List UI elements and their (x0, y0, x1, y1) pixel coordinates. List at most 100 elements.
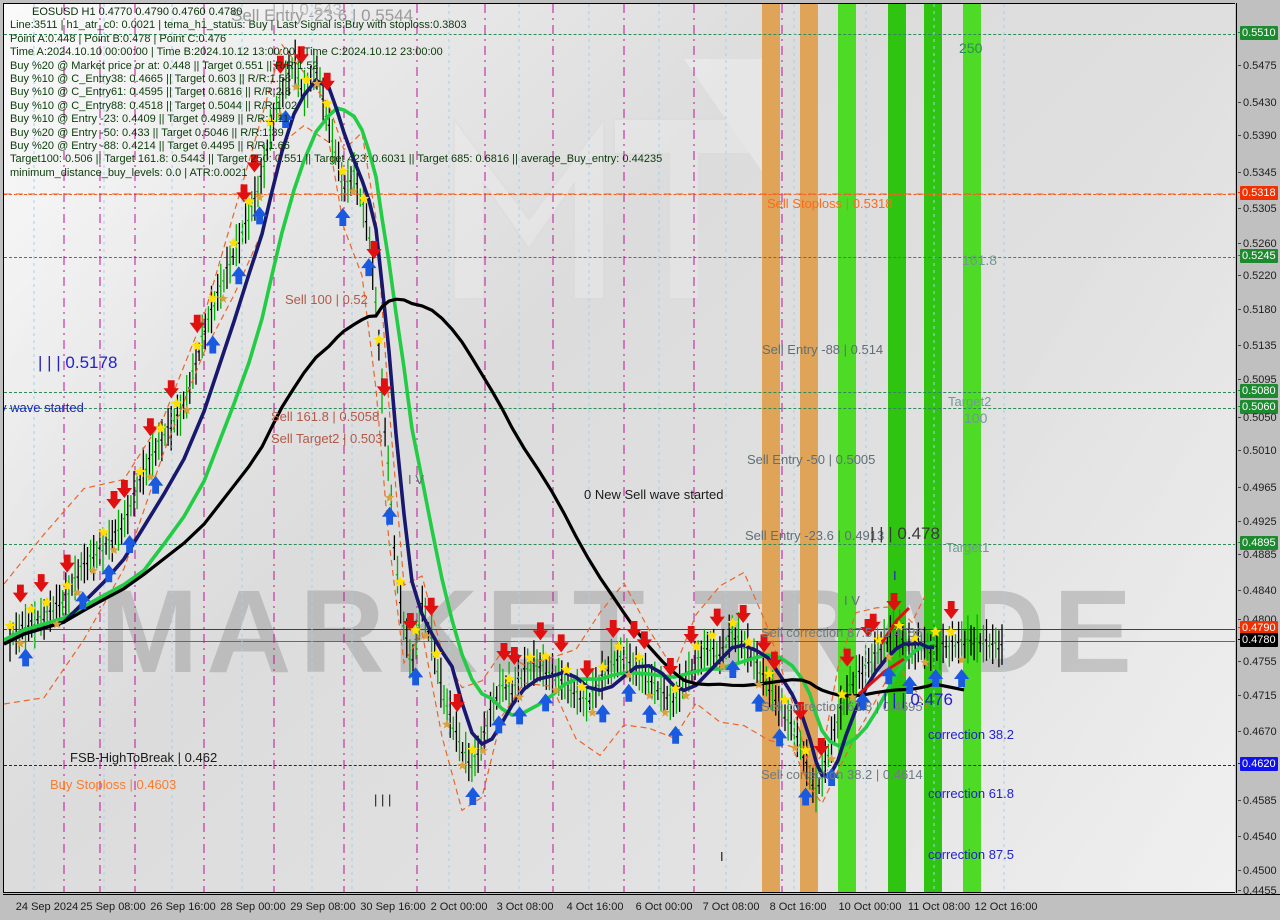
price-tick-label: 0.4840 (1243, 585, 1277, 597)
tick-mark (1238, 417, 1241, 418)
price-tick-19: 0.4895 (1237, 536, 1280, 550)
price-tick-label: 0.5510 (1240, 26, 1278, 40)
price-tick-16: 0.5010 (1237, 445, 1280, 457)
tick-mark (1238, 379, 1241, 380)
tick-mark (1238, 619, 1241, 620)
time-tick-9: 6 Oct 00:00 (635, 901, 693, 913)
price-tick-label: 0.5245 (1240, 249, 1278, 263)
tick-mark (1238, 65, 1241, 66)
target-100-line (4, 408, 1235, 409)
info-line-7: Buy %10 @ Entry -23: 0.4409 || Target 0.… (10, 113, 290, 126)
price-tick-4: 0.5345 (1237, 167, 1280, 179)
price-tick-6: 0.5305 (1237, 203, 1280, 215)
price-scale[interactable]: 0.5510 0.5475 0.5430 0.5390 0.5345 0.5318 0.53… (1236, 3, 1280, 897)
target-1618-line (4, 257, 1235, 258)
time-tick-12: 10 Oct 00:00 (838, 901, 902, 913)
sell-stoploss-line (4, 194, 1235, 195)
price-tick-24: 0.4780 (1237, 633, 1280, 647)
price-tick-21: 0.4840 (1237, 585, 1280, 597)
info-line-10: Target100: 0.506 || Target 161.8: 0.5443… (10, 153, 663, 166)
price-tick-label: 0.4620 (1240, 757, 1278, 771)
tick-mark (1238, 172, 1241, 173)
band-sell-1 (762, 4, 780, 892)
band-sell-2 (800, 4, 818, 892)
price-tick-label: 0.5050 (1243, 412, 1277, 424)
sell-correction-382: Sell correction 38.2 | 0.4614 (761, 767, 923, 782)
price-tick-label: 0.5010 (1243, 445, 1277, 457)
fsb-high-to-break: FSB-HighToBreak | 0.462 (70, 750, 218, 765)
sell-stoploss: Sell Stoploss | 0.5318 (767, 196, 893, 211)
time-tick-1: 25 Sep 08:00 (80, 901, 146, 913)
price-tick-17: 0.4965 (1237, 482, 1280, 494)
price-tick-label: 0.5475 (1243, 60, 1277, 72)
time-tick-14: 12 Oct 16:00 (974, 901, 1038, 913)
info-line-5: Buy %10 @ C_Entry61: 0.4595 || Target 0.… (10, 86, 292, 99)
target2-line (4, 392, 1235, 393)
tick-mark (1238, 836, 1241, 837)
price-tick-30: 0.4540 (1237, 831, 1280, 843)
tick-mark (1238, 345, 1241, 346)
price-tick-20: 0.4885 (1237, 549, 1280, 561)
sell-entry-236: Sell Entry -23.6 | 0.4913 (745, 528, 885, 543)
band-buy-4 (963, 4, 981, 892)
tick-mark (1238, 890, 1241, 891)
price-tick-label: 0.4755 (1243, 656, 1277, 668)
info-line-4: Buy %10 @ C_Entry38: 0.4665 || Target 0.… (10, 72, 292, 85)
tick-mark (1238, 208, 1241, 209)
price-tag-0478: | | | 0.478 (870, 524, 940, 543)
price-tick-label: 0.4885 (1243, 549, 1277, 561)
info-line-2: Time A:2024.10.10 00:00:00 | Time B:2024… (10, 46, 443, 59)
target2: Target2 (948, 394, 992, 409)
price-tick-label: 0.4670 (1243, 726, 1277, 738)
price-tick-13: 0.5080 (1237, 384, 1280, 398)
tick-mark (1238, 309, 1241, 310)
time-tick-3: 28 Sep 00:00 (220, 901, 286, 913)
price-tick-label: 0.5080 (1240, 384, 1278, 398)
info-line-6: Buy %10 @ C_Entry88: 0.4518 || Target 0.… (10, 99, 298, 112)
price-tick-10: 0.5180 (1237, 304, 1280, 316)
price-tag-05178: | | | 0.5178 (38, 353, 118, 372)
price-tick-label: 0.5430 (1243, 97, 1277, 109)
price-tick-31: 0.4500 (1237, 865, 1280, 877)
time-tick-6: 2 Oct 00:00 (430, 901, 488, 913)
info-line-0: Line:3511 | h1_atr_c0: 0.0021 | tema_h1_… (10, 19, 467, 32)
price-tick-label: 0.5180 (1243, 304, 1277, 316)
chart-plot-area[interactable]: MARKET TRADE Sell Entry -23.6 | 0.5544 | … (3, 3, 1235, 893)
time-tick-11: 8 Oct 16:00 (769, 901, 827, 913)
sell-entry-88: Sell Entry -88 | 0.514 (762, 342, 884, 357)
tick-mark (1238, 521, 1241, 522)
price-tick-label: 0.4500 (1243, 865, 1277, 877)
price-tick-0: 0.5510 (1237, 26, 1280, 40)
price-tick-18: 0.4925 (1237, 516, 1280, 528)
price-tick-8: 0.5245 (1237, 249, 1280, 263)
bid-line (4, 641, 1235, 642)
price-tick-label: 0.4585 (1243, 795, 1277, 807)
price-tick-26: 0.4715 (1237, 690, 1280, 702)
sell-entry-50: Sell Entry -50 | 0.5005 (747, 452, 876, 467)
tick-mark (1238, 661, 1241, 662)
time-scale[interactable]: 24 Sep 2024 25 Sep 08:00 26 Sep 16:00 28 Se… (3, 894, 1280, 920)
time-tick-4: 29 Sep 08:00 (290, 901, 356, 913)
correction-618: correction 61.8 (928, 786, 1014, 801)
band-buy-2 (888, 4, 906, 892)
sell-correction-875: Sell correction 87.5 | 0.4786 (761, 625, 923, 640)
mark-bar-right: I (893, 568, 897, 583)
sell-target2: Sell Target2 | 0.503 (271, 431, 383, 446)
mark-bar-mid: I (720, 849, 724, 864)
info-line-1: Point A:0.448 | Point B:0.478 | Point C:… (10, 32, 227, 45)
tick-mark (1238, 870, 1241, 871)
target-250: 250 (959, 40, 983, 56)
tick-mark (1238, 695, 1241, 696)
tick-mark (1238, 135, 1241, 136)
price-tick-27: 0.4670 (1237, 726, 1280, 738)
tick-mark (1238, 800, 1241, 801)
chart-window: MARKET TRADE Sell Entry -23.6 | 0.5544 | … (0, 0, 1280, 920)
price-tick-label: 0.5135 (1243, 340, 1277, 352)
tick-mark (1238, 102, 1241, 103)
info-line-11: minimum_distance_buy_levels: 0.0 | ATR:0… (10, 166, 248, 179)
sell-100: Sell 100 | 0.52 (285, 292, 368, 307)
price-tick-label: 0.4540 (1243, 831, 1277, 843)
price-tick-9: 0.5220 (1237, 270, 1280, 282)
time-tick-0: 24 Sep 2024 (15, 901, 79, 913)
price-tick-25: 0.4755 (1237, 656, 1280, 668)
